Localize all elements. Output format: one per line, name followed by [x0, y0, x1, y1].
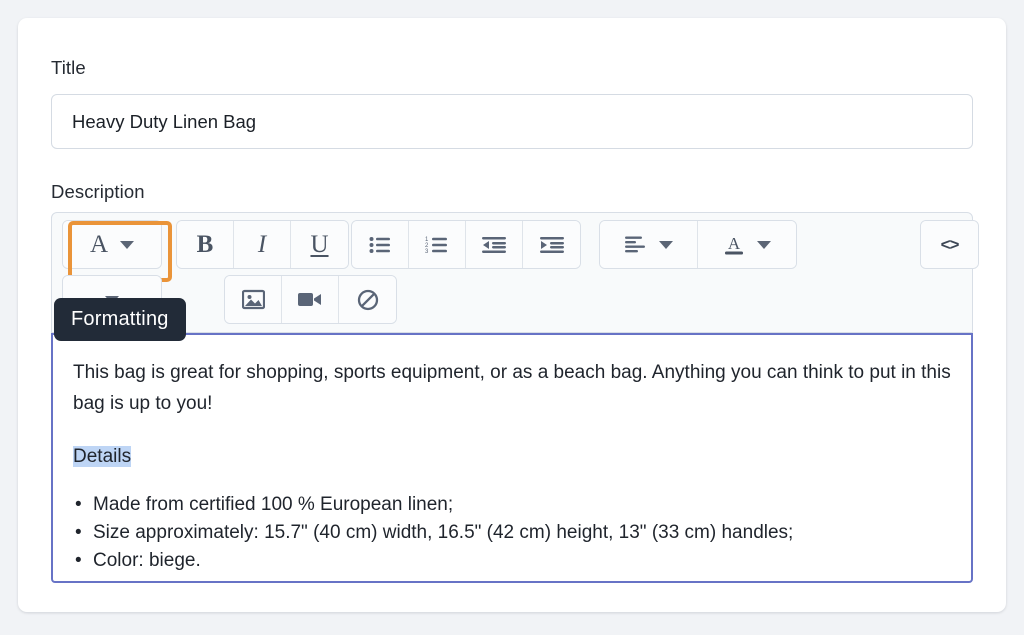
- outdent-icon: [482, 236, 506, 253]
- list-item: Color: biege.: [73, 547, 951, 575]
- selected-text: Details: [73, 446, 132, 467]
- insert-image-button[interactable]: [225, 276, 282, 323]
- toolbar-row-2: [52, 275, 972, 325]
- title-input[interactable]: [51, 94, 973, 149]
- insert-video-button[interactable]: [282, 276, 339, 323]
- bold-icon: B: [196, 230, 214, 258]
- editor-paragraph-2: Details: [73, 441, 951, 472]
- code-brackets-icon: <>: [940, 234, 960, 254]
- text-color-icon: A: [725, 234, 743, 254]
- text-color-dropdown[interactable]: A: [698, 221, 796, 268]
- editor-paragraph-1: This bag is great for shopping, sports e…: [73, 362, 951, 414]
- clear-formatting-button[interactable]: [339, 276, 396, 323]
- media-group: [224, 275, 397, 324]
- image-icon: [241, 289, 265, 310]
- chevron-down-icon: [120, 240, 135, 249]
- bulleted-list-button[interactable]: [352, 221, 409, 268]
- formatting-tooltip: Formatting: [54, 298, 186, 341]
- editor-bullet-list: Made from certified 100 % European linen…: [73, 491, 951, 575]
- list-item: Size approximately: 15.7" (40 cm) width,…: [73, 519, 951, 547]
- toolbar-row-1: A B I U 1 2 3 A <>: [52, 220, 979, 282]
- italic-button[interactable]: I: [234, 221, 291, 268]
- form-card: Title Description A B I: [18, 18, 1006, 612]
- underline-icon: U: [310, 230, 329, 258]
- list-group: 1 2 3: [351, 220, 581, 269]
- alignment-color-group: A: [599, 220, 797, 269]
- indent-button[interactable]: [523, 221, 580, 268]
- svg-text:A: A: [728, 234, 741, 253]
- description-editor[interactable]: This bag is great for shopping, sports e…: [51, 333, 973, 583]
- code-group: <>: [920, 220, 979, 269]
- title-label: Title: [51, 57, 86, 78]
- style-group: B I U: [176, 220, 349, 269]
- svg-text:3: 3: [425, 249, 429, 254]
- align-dropdown[interactable]: [600, 221, 698, 268]
- formatting-group: A: [62, 220, 162, 269]
- list-item: Made from certified 100 % European linen…: [73, 491, 951, 519]
- numbered-list-icon: 1 2 3: [425, 237, 447, 254]
- outdent-button[interactable]: [466, 221, 523, 268]
- video-camera-icon: [298, 293, 321, 306]
- indent-icon: [539, 236, 564, 253]
- align-left-icon: [624, 236, 645, 253]
- description-label: Description: [51, 181, 145, 202]
- bold-button[interactable]: B: [177, 221, 234, 268]
- numbered-list-button[interactable]: 1 2 3: [409, 221, 466, 268]
- underline-button[interactable]: U: [291, 221, 348, 268]
- chevron-down-icon: [757, 240, 771, 249]
- italic-icon: I: [257, 230, 267, 258]
- editor-toolbar: A B I U 1 2 3 A <>: [51, 212, 979, 333]
- bulleted-list-icon: [369, 236, 390, 253]
- chevron-down-icon: [658, 240, 673, 249]
- font-A-icon: A: [89, 230, 109, 258]
- formatting-dropdown[interactable]: A: [63, 221, 161, 268]
- code-view-button[interactable]: <>: [921, 221, 978, 268]
- prohibition-icon: [357, 289, 378, 310]
- page-root: Title Description A B I: [0, 0, 1024, 635]
